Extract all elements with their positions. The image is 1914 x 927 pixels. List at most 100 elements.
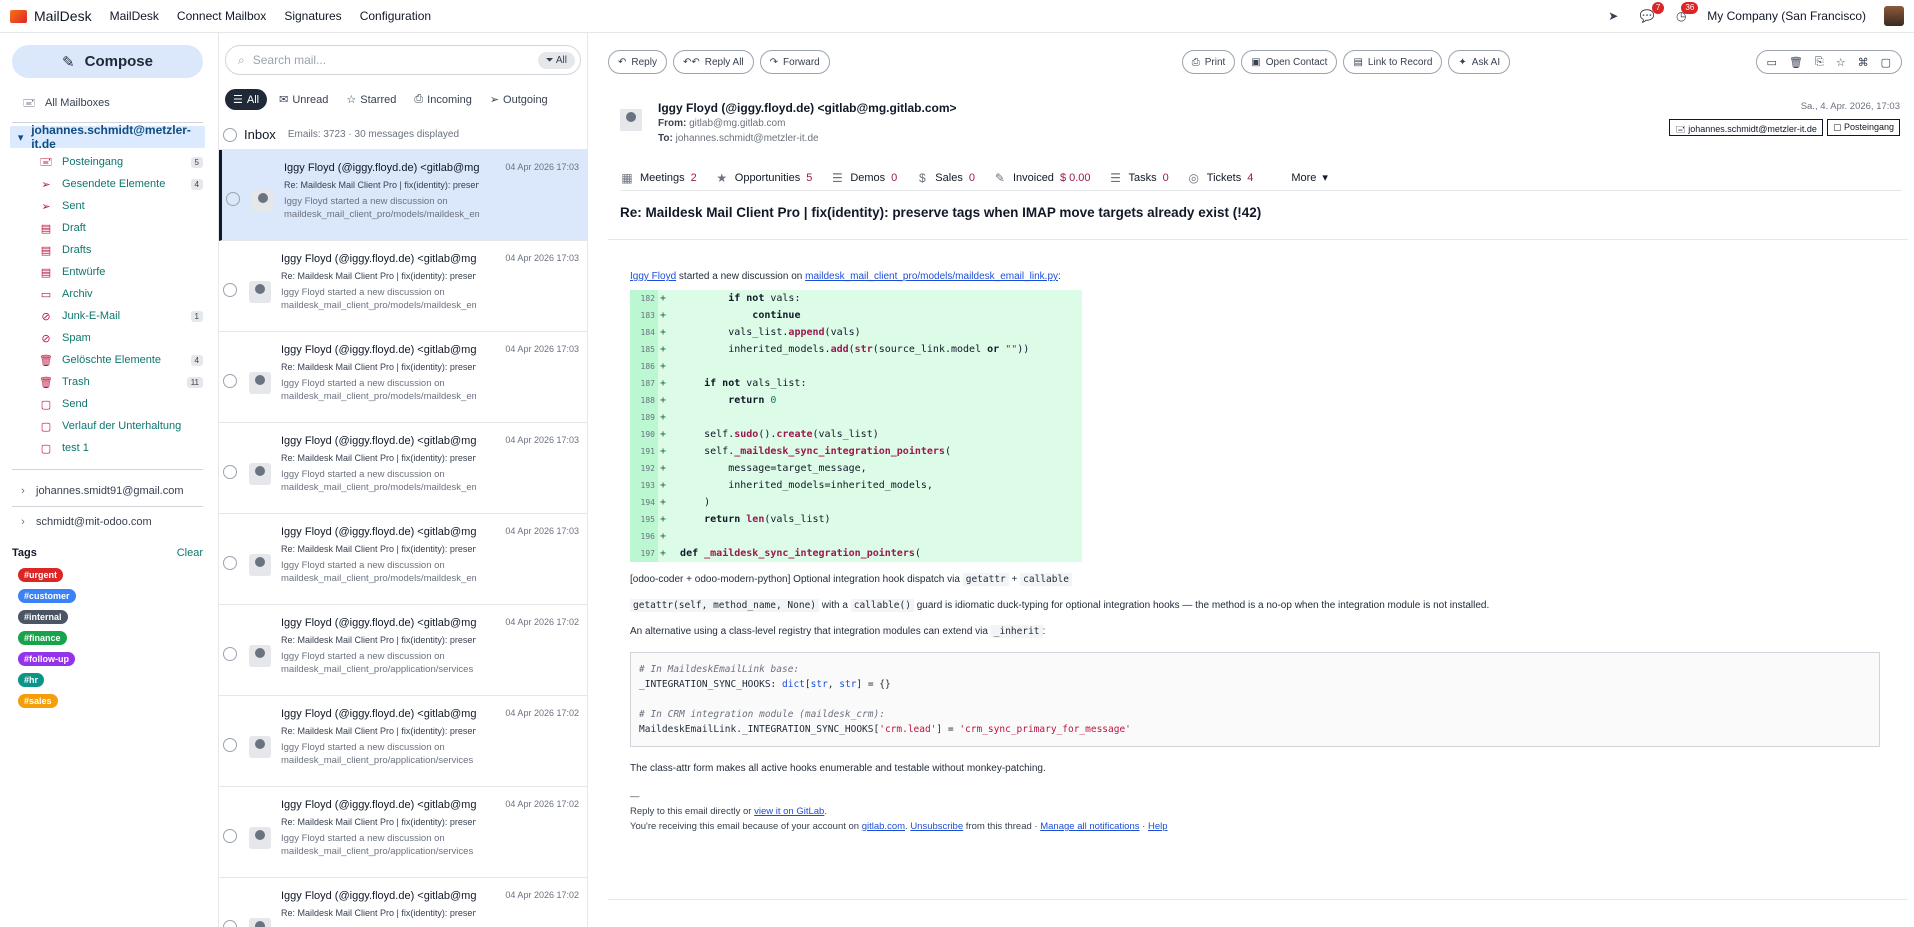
- more-dropdown[interactable]: More ▾: [1291, 171, 1328, 185]
- diff-code: message=target_message,: [668, 463, 867, 474]
- sidebar: ✎ Compose 🖃 All Mailboxes ▾ johannes.sch…: [0, 33, 215, 927]
- folder-item[interactable]: ▢ Verlauf der Unterhaltung: [12, 415, 203, 437]
- mailbox-selected[interactable]: ▾ johannes.schmidt@metzler-it.de: [10, 123, 205, 151]
- nav-connect-mailbox[interactable]: Connect Mailbox: [177, 9, 266, 23]
- gitlab-link[interactable]: gitlab.com: [862, 821, 905, 832]
- folder-item[interactable]: ➢ Sent: [12, 195, 203, 217]
- brand[interactable]: MailDesk: [10, 8, 92, 24]
- tag-chip[interactable]: #hr: [18, 673, 45, 687]
- inline-code: callable(): [850, 599, 914, 612]
- folder-item[interactable]: 🗑 Gelöschte Elemente 4: [12, 349, 203, 371]
- mail-checkbox[interactable]: [223, 829, 237, 843]
- filter-unread[interactable]: ✉ Unread: [273, 89, 334, 110]
- folder-item[interactable]: ➢ Gesendete Elemente 4: [12, 173, 203, 195]
- view-on-gitlab-link[interactable]: view it on GitLab: [754, 806, 824, 817]
- all-mailboxes[interactable]: 🖃 All Mailboxes: [12, 92, 203, 114]
- open-contact-button[interactable]: ▣ Open Contact: [1241, 50, 1338, 74]
- tag-chip[interactable]: #finance: [18, 631, 67, 645]
- filter-all[interactable]: ☰ All: [225, 89, 268, 110]
- paper-plane-icon[interactable]: ➤: [1605, 8, 1621, 24]
- folder-item[interactable]: ▤ Draft: [12, 217, 203, 239]
- unsubscribe-link[interactable]: Unsubscribe: [910, 821, 963, 832]
- filter-incoming[interactable]: ⎙ Incoming: [408, 89, 477, 110]
- folder-item[interactable]: ▭ Archiv: [12, 283, 203, 305]
- tags-clear-button[interactable]: Clear: [177, 547, 203, 559]
- mailbox-chip[interactable]: 🖃 johannes.schmidt@metzler-it.de: [1669, 119, 1823, 136]
- stat-meetings[interactable]: ▦ Meetings 2: [620, 171, 696, 185]
- mail-checkbox[interactable]: [223, 556, 237, 570]
- clock-icon[interactable]: ◷ 36: [1673, 2, 1699, 24]
- forward-button[interactable]: ↷ Forward: [759, 50, 830, 74]
- diff-line: 184 + vals_list.append(vals): [630, 324, 1082, 341]
- mail-row[interactable]: Iggy Floyd (@iggy.floyd.de) <gitlab@mg.g…: [219, 423, 587, 514]
- stat-tickets[interactable]: ◎ Tickets 4: [1187, 171, 1254, 185]
- nav-configuration[interactable]: Configuration: [360, 9, 431, 23]
- mail-row[interactable]: Iggy Floyd (@iggy.floyd.de) <gitlab@mg.g…: [219, 878, 587, 927]
- tag-icon[interactable]: ⌘: [1858, 56, 1869, 69]
- star-icon[interactable]: ☆: [1836, 56, 1846, 69]
- folder-item[interactable]: ▤ Drafts: [12, 239, 203, 261]
- file-link[interactable]: maildesk_mail_client_pro/models/maildesk…: [805, 271, 1058, 282]
- tag-chip[interactable]: #sales: [18, 694, 58, 708]
- link-to-record-button[interactable]: ▤ Link to Record: [1343, 50, 1443, 74]
- mail-checkbox[interactable]: [223, 283, 237, 297]
- paragraph-4: The class-attr form makes all active hoo…: [630, 763, 1046, 774]
- ask-ai-button[interactable]: ✦ Ask AI: [1448, 50, 1511, 74]
- mailbox-collapsed-gmail[interactable]: › johannes.smidt91@gmail.com: [12, 480, 203, 502]
- folder-icon[interactable]: ▢: [1881, 56, 1891, 69]
- tag-chip[interactable]: #internal: [18, 610, 68, 624]
- manage-notifications-link[interactable]: Manage all notifications: [1040, 821, 1139, 832]
- select-all-checkbox[interactable]: [223, 127, 237, 142]
- trash-icon[interactable]: 🗑: [1789, 56, 1803, 69]
- mail-row[interactable]: Iggy Floyd (@iggy.floyd.de) <gitlab@mg.g…: [219, 605, 587, 696]
- mail-checkbox[interactable]: [223, 738, 237, 752]
- help-link[interactable]: Help: [1148, 821, 1168, 832]
- mail-row[interactable]: Iggy Floyd (@iggy.floyd.de) <gitlab@mg.g…: [219, 241, 587, 332]
- mail-checkbox[interactable]: [223, 374, 237, 388]
- stat-demos[interactable]: ☰ Demos 0: [830, 171, 897, 185]
- mail-row[interactable]: Iggy Floyd (@iggy.floyd.de) <gitlab@mg.g…: [219, 514, 587, 605]
- stat-sales[interactable]: $ Sales 0: [915, 171, 975, 185]
- search-input[interactable]: ⌕ Search mail... ⏷ All: [225, 45, 581, 75]
- print-label: Print: [1204, 56, 1226, 68]
- folder-item[interactable]: 🖃 Posteingang 5: [12, 151, 203, 173]
- nav-signatures[interactable]: Signatures: [284, 9, 341, 23]
- folder-item[interactable]: ⊘ Junk-E-Mail 1: [12, 305, 203, 327]
- chat-icon[interactable]: 💬 7: [1639, 2, 1665, 24]
- reply-all-button[interactable]: ↶↶ Reply All: [672, 50, 754, 74]
- mail-checkbox[interactable]: [226, 192, 240, 206]
- user-link[interactable]: Iggy Floyd: [630, 271, 676, 282]
- mailbox-collapsed-odoo[interactable]: › schmidt@mit-odoo.com: [12, 511, 203, 533]
- tag-chip[interactable]: #follow-up: [18, 652, 75, 666]
- archive-icon[interactable]: ▭: [1767, 56, 1777, 69]
- mail-checkbox[interactable]: [223, 647, 237, 661]
- contact-icon: ▣: [1251, 56, 1261, 68]
- mail-checkbox[interactable]: [223, 465, 237, 479]
- stat-tasks[interactable]: ☰ Tasks 0: [1109, 171, 1169, 185]
- stat-invoiced[interactable]: ✎ Invoiced $ 0.00: [993, 171, 1091, 185]
- folder-chip[interactable]: ▢ Posteingang: [1826, 119, 1900, 136]
- compose-button[interactable]: ✎ Compose: [12, 45, 203, 78]
- move-icon[interactable]: ⎘: [1815, 56, 1824, 69]
- print-button[interactable]: ⎙ Print: [1181, 50, 1236, 74]
- reply-button[interactable]: ↶ Reply: [608, 50, 667, 74]
- folder-item[interactable]: ▢ test 1: [12, 437, 203, 459]
- mail-row[interactable]: Iggy Floyd (@iggy.floyd.de) <gitlab@mg.g…: [219, 150, 587, 241]
- filter-starred[interactable]: ☆ Starred: [340, 89, 402, 110]
- stat-opportunities[interactable]: ★ Opportunities 5: [715, 171, 812, 185]
- tag-chip[interactable]: #customer: [18, 589, 76, 603]
- tag-chip[interactable]: #urgent: [18, 568, 64, 582]
- mail-row[interactable]: Iggy Floyd (@iggy.floyd.de) <gitlab@mg.g…: [219, 332, 587, 423]
- mail-checkbox[interactable]: [223, 920, 237, 927]
- user-avatar[interactable]: [1884, 6, 1904, 26]
- filter-outgoing[interactable]: ➢ Outgoing: [484, 89, 554, 110]
- folder-item[interactable]: ▤ Entwürfe: [12, 261, 203, 283]
- folder-item[interactable]: 🗑 Trash 11: [12, 371, 203, 393]
- search-filter-button[interactable]: ⏷ All: [537, 51, 575, 69]
- mail-row[interactable]: Iggy Floyd (@iggy.floyd.de) <gitlab@mg.g…: [219, 787, 587, 878]
- company-switcher[interactable]: My Company (San Francisco): [1707, 9, 1866, 23]
- folder-item[interactable]: ▢ Send: [12, 393, 203, 415]
- folder-item[interactable]: ⊘ Spam: [12, 327, 203, 349]
- nav-maildesk[interactable]: MailDesk: [110, 9, 159, 23]
- mail-row[interactable]: Iggy Floyd (@iggy.floyd.de) <gitlab@mg.g…: [219, 696, 587, 787]
